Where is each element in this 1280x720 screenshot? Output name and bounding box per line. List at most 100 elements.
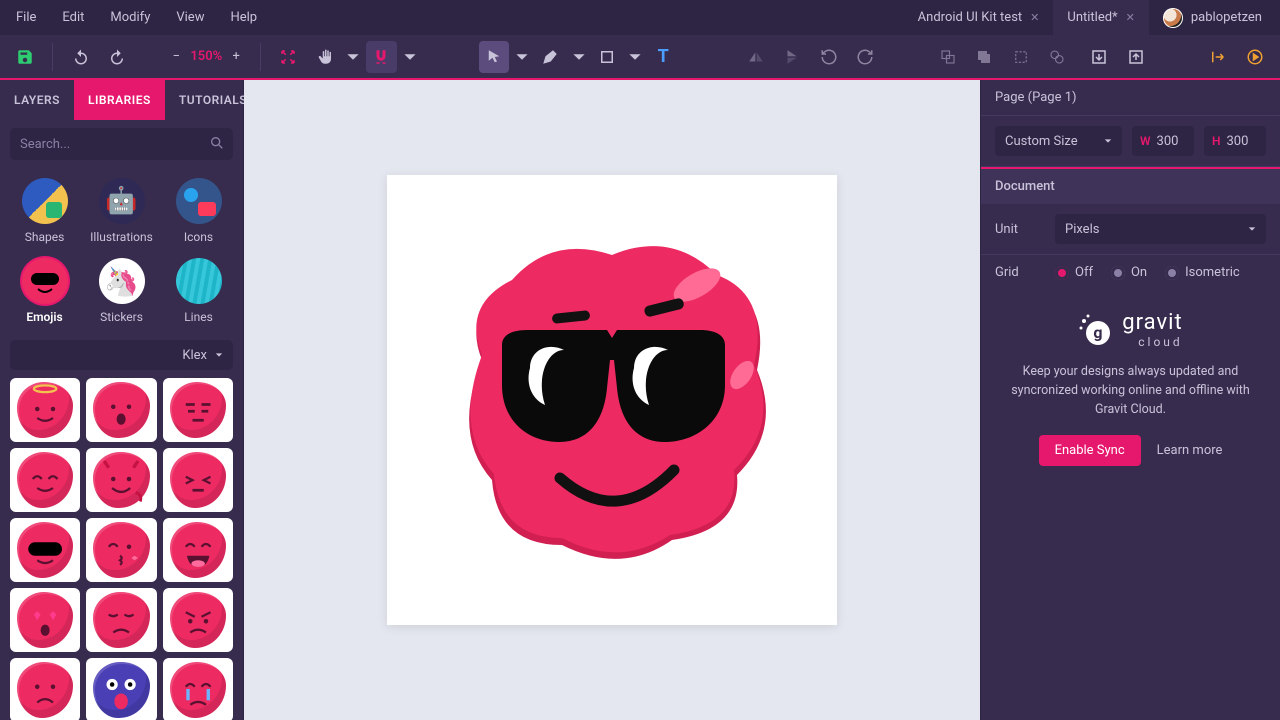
category-label: Shapes [25,230,65,244]
height-input[interactable]: H 300 [1204,126,1266,156]
snap-dropdown[interactable] [403,41,417,73]
category-illustrations[interactable]: 🤖 Illustrations [85,174,158,248]
share-button[interactable] [1203,41,1233,73]
mask-button[interactable] [1005,41,1035,73]
emoji-worried[interactable] [86,588,156,652]
flip-vertical-button[interactable] [777,41,807,73]
group-icon [939,48,957,66]
play-icon [1246,48,1264,66]
enable-sync-button[interactable]: Enable Sync [1039,435,1141,466]
tab-label: Android UI Kit test [918,10,1023,25]
learn-more-link[interactable]: Learn more [1157,443,1223,458]
search-input[interactable] [10,128,233,160]
emoji-grid-scroll[interactable]: z z [0,378,243,720]
chevron-down-icon [215,351,223,359]
artboard[interactable] [387,175,837,625]
radio-dot-icon [1111,266,1125,280]
unit-row: Unit Pixels [981,204,1280,255]
save-button[interactable] [10,41,40,73]
pen-tool[interactable] [535,41,565,73]
close-icon[interactable]: ✕ [1126,11,1135,24]
menu-modify[interactable]: Modify [98,4,162,31]
emoji-sad[interactable] [10,658,80,720]
emoji-laugh[interactable] [163,518,233,582]
unit-dropdown[interactable]: Pixels [1055,214,1266,244]
pen-dropdown[interactable] [572,41,586,73]
pointer-dropdown[interactable] [515,41,529,73]
zoom-out-button[interactable]: − [168,41,184,73]
rotate-ccw-button[interactable] [813,41,843,73]
redo-button[interactable] [102,41,132,73]
pan-tool-button[interactable] [310,41,340,73]
size-preset-dropdown[interactable]: Custom Size [995,126,1122,156]
path-ops-button[interactable] [1042,41,1072,73]
menu-help[interactable]: Help [218,4,269,31]
flip-v-icon [783,48,801,66]
left-sidebar: LAYERS LIBRARIES TUTORIALS Shapes 🤖 Illu… [0,80,244,720]
user-menu[interactable]: pablopetzen [1149,0,1276,35]
width-input[interactable]: W 300 [1132,126,1194,156]
merge-icon [975,48,993,66]
canvas-emoji-cool[interactable] [422,210,802,590]
emoji-scream[interactable] [86,658,156,720]
category-stickers[interactable]: 🦄 Stickers [85,254,158,328]
rotate-cw-button[interactable] [850,41,880,73]
merge-button[interactable] [969,41,999,73]
grid-off-radio[interactable]: Off [1055,265,1093,280]
category-lines[interactable]: Lines [162,254,235,328]
emoji-devil[interactable] [86,448,156,512]
tab-libraries[interactable]: LIBRARIES [74,80,165,120]
menu-view[interactable]: View [164,4,216,31]
emoji-squint[interactable] [163,448,233,512]
hand-icon [316,48,334,66]
category-emojis[interactable]: Emojis [8,254,81,328]
grid-label: Grid [995,265,1045,280]
pointer-tool[interactable] [479,41,509,73]
shape-tool[interactable] [592,41,622,73]
tab-layers[interactable]: LAYERS [0,80,74,120]
import-button[interactable] [1084,41,1114,73]
undo-button[interactable] [65,41,95,73]
shape-dropdown[interactable] [628,41,642,73]
cursor-icon [485,48,503,66]
emoji-pack-label: Klex [182,348,207,363]
canvas[interactable] [244,80,980,720]
menu-file[interactable]: File [4,4,48,31]
emoji-annoyed[interactable] [163,378,233,442]
cloud-promo: g gravit cloud Keep your designs always … [981,290,1280,486]
category-icons[interactable]: Icons [162,174,235,248]
radio-label: Isometric [1185,265,1240,280]
grid-iso-radio[interactable]: Isometric [1165,265,1240,280]
group-button[interactable] [932,41,962,73]
emoji-crying[interactable] [163,658,233,720]
pan-tool-dropdown[interactable] [346,41,360,73]
emoji-angel[interactable] [10,378,80,442]
emoji-love[interactable] [10,588,80,652]
zoom-in-button[interactable]: + [228,41,244,73]
chevron-down-icon [572,48,586,66]
emoji-cool[interactable] [10,518,80,582]
text-tool[interactable]: T [648,41,678,73]
close-icon[interactable]: ✕ [1030,11,1039,24]
emoji-surprised[interactable] [86,378,156,442]
category-shapes[interactable]: Shapes [8,174,81,248]
emoji-content[interactable] [10,448,80,512]
radio-dot-icon [1165,266,1179,280]
snap-button[interactable] [366,41,396,73]
emoji-angry[interactable] [163,588,233,652]
grid-on-radio[interactable]: On [1111,265,1147,280]
flip-horizontal-button[interactable] [740,41,770,73]
chevron-down-icon [403,48,417,66]
emoji-kiss[interactable] [86,518,156,582]
preview-button[interactable] [1240,41,1270,73]
size-preset-label: Custom Size [1005,134,1078,149]
export-button[interactable] [1121,41,1151,73]
category-label: Emojis [26,310,62,324]
document-tab-untitled[interactable]: Untitled* ✕ [1053,0,1148,35]
menu-edit[interactable]: Edit [50,4,96,31]
fit-screen-button[interactable] [273,41,303,73]
zoom-value[interactable]: 150% [188,49,224,64]
emoji-pack-picker[interactable]: Klex [10,340,233,370]
document-tab-android[interactable]: Android UI Kit test ✕ [904,0,1054,35]
category-label: Lines [184,310,213,324]
